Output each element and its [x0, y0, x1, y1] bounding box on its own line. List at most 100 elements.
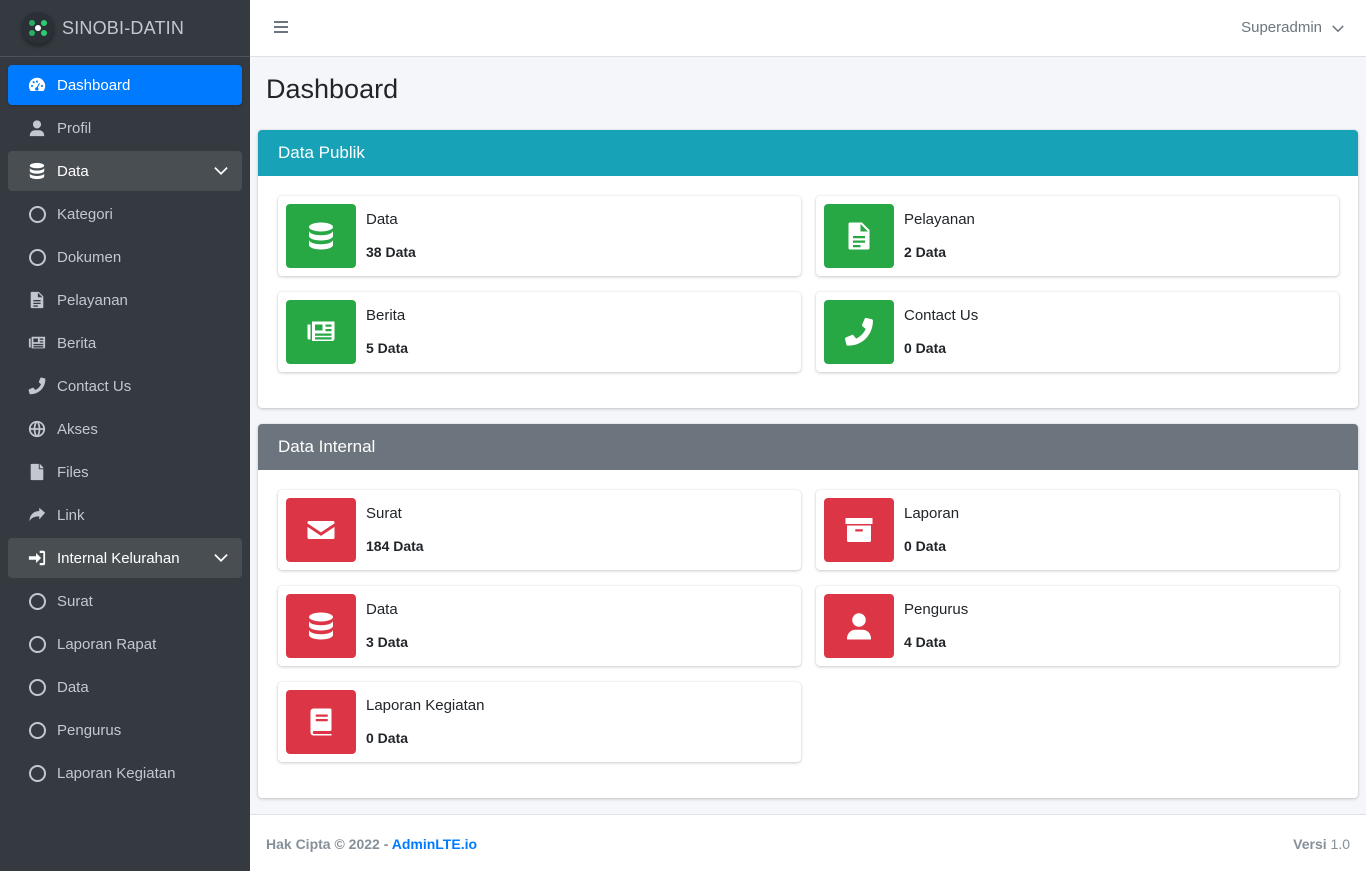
file-icon: [28, 463, 46, 481]
sidebar-item-berita[interactable]: Berita: [8, 323, 242, 363]
globe-icon: [28, 420, 46, 438]
sidebar-item-akses[interactable]: Akses: [8, 409, 242, 449]
copyright-text: Hak Cipta © 2022 -: [266, 836, 392, 852]
info-box-label: Laporan Kegiatan: [366, 697, 485, 714]
sidebar-item-dokumen[interactable]: Dokumen: [8, 237, 242, 277]
sidebar-item-profil[interactable]: Profil: [8, 108, 242, 148]
info-box-label: Laporan: [904, 505, 960, 522]
circle-icon: [28, 635, 46, 653]
info-box-value: 0 Data: [366, 730, 409, 746]
adminlte-link[interactable]: AdminLTE.io: [392, 836, 477, 852]
user-name: Superadmin: [1241, 19, 1322, 36]
book-icon: [286, 690, 356, 754]
database-icon: [286, 204, 356, 268]
info-box-data-internal[interactable]: Data 3 Data: [278, 586, 801, 666]
info-box-berita[interactable]: Berita 5 Data: [278, 292, 801, 372]
footer: Hak Cipta © 2022 - AdminLTE.io Versi 1.0: [250, 814, 1366, 871]
info-box-value: 3 Data: [366, 634, 409, 650]
sidebar-item-laporan-kegiatan[interactable]: Laporan Kegiatan: [8, 753, 242, 793]
info-box-value: 184 Data: [366, 538, 424, 554]
info-box-pelayanan[interactable]: Pelayanan 2 Data: [816, 196, 1339, 276]
sidebar-item-label: Contact Us: [57, 377, 132, 395]
circle-icon: [28, 721, 46, 739]
info-box-value: 0 Data: [904, 538, 947, 554]
info-box-data[interactable]: Data 38 Data: [278, 196, 801, 276]
share-icon: [28, 506, 46, 524]
chevron-down-icon: [214, 163, 228, 177]
info-box-contact-us[interactable]: Contact Us 0 Data: [816, 292, 1339, 372]
brand[interactable]: SINOBI-DATIN: [0, 0, 250, 57]
brand-logo-icon: [22, 12, 54, 44]
sidebar-item-label: Dashboard: [57, 76, 131, 94]
info-box-laporan[interactable]: Laporan 0 Data: [816, 490, 1339, 570]
sidebar-item-label: Laporan Kegiatan: [57, 764, 176, 782]
sidebar-item-label: Dokumen: [57, 248, 122, 266]
info-box-value: 5 Data: [366, 340, 409, 356]
sidebar-item-pelayanan[interactable]: Pelayanan: [8, 280, 242, 320]
sidebar-item-laporan-rapat[interactable]: Laporan Rapat: [8, 624, 242, 664]
sidebar: SINOBI-DATIN Dashboard Profil Data Kateg…: [0, 0, 250, 871]
sidebar-item-label: Data: [57, 162, 89, 180]
chevron-down-icon: [214, 550, 228, 564]
file-alt-icon: [824, 204, 894, 268]
sidebar-item-label: Laporan Rapat: [57, 635, 157, 653]
footer-copyright: Hak Cipta © 2022 - AdminLTE.io: [266, 836, 477, 852]
sidebar-item-data-internal[interactable]: Data: [8, 667, 242, 707]
sidebar-item-label: Internal Kelurahan: [57, 549, 180, 567]
data-internal-card: Data Internal Surat 184 Data Laporan 0 D…: [258, 424, 1358, 798]
sidebar-item-label: Pelayanan: [57, 291, 128, 309]
circle-icon: [28, 205, 46, 223]
info-box-value: 2 Data: [904, 244, 947, 260]
data-publik-card: Data Publik Data 38 Data Pelayanan 2 Dat…: [258, 130, 1358, 408]
info-box-pengurus[interactable]: Pengurus 4 Data: [816, 586, 1339, 666]
sidebar-item-contact-us[interactable]: Contact Us: [8, 366, 242, 406]
version-number: 1.0: [1330, 836, 1350, 852]
info-box-label: Data: [366, 211, 398, 228]
sidebar-item-surat[interactable]: Surat: [8, 581, 242, 621]
sidebar-item-pengurus[interactable]: Pengurus: [8, 710, 242, 750]
info-box-value: 0 Data: [904, 340, 947, 356]
sidebar-item-internal-kelurahan[interactable]: Internal Kelurahan: [8, 538, 242, 578]
file-alt-icon: [28, 291, 46, 309]
info-box-surat[interactable]: Surat 184 Data: [278, 490, 801, 570]
database-icon: [28, 162, 46, 180]
user-icon: [28, 119, 46, 137]
sidebar-item-files[interactable]: Files: [8, 452, 242, 492]
circle-icon: [28, 678, 46, 696]
sidebar-item-link[interactable]: Link: [8, 495, 242, 535]
card-header: Data Internal: [258, 424, 1358, 470]
info-box-laporan-kegiatan[interactable]: Laporan Kegiatan 0 Data: [278, 682, 801, 762]
page-title: Dashboard: [266, 74, 399, 104]
phone-icon: [824, 300, 894, 364]
info-box-label: Pengurus: [904, 601, 969, 618]
user-icon: [824, 594, 894, 658]
sign-in-icon: [28, 549, 46, 567]
brand-name: SINOBI-DATIN: [62, 17, 185, 38]
circle-icon: [28, 764, 46, 782]
circle-icon: [28, 592, 46, 610]
sidebar-item-data[interactable]: Data: [8, 151, 242, 191]
info-box-label: Contact Us: [904, 307, 979, 324]
sidebar-item-label: Profil: [57, 119, 92, 137]
sidebar-item-dashboard[interactable]: Dashboard: [8, 65, 242, 105]
sidebar-item-kategori[interactable]: Kategori: [8, 194, 242, 234]
database-icon: [286, 594, 356, 658]
tachometer-icon: [28, 76, 46, 94]
info-box-label: Data: [366, 601, 398, 618]
chevron-down-icon: [1332, 24, 1344, 32]
hamburger-menu-icon[interactable]: [274, 21, 288, 35]
card-header: Data Publik: [258, 130, 1358, 176]
user-menu[interactable]: Superadmin: [1241, 19, 1344, 36]
sidebar-item-label: Data: [57, 678, 89, 696]
sidebar-item-label: Files: [57, 463, 89, 481]
info-box-label: Berita: [366, 307, 406, 324]
archive-icon: [824, 498, 894, 562]
sidebar-item-label: Surat: [57, 592, 93, 610]
sidebar-item-label: Pengurus: [57, 721, 122, 739]
top-navbar: Superadmin: [250, 0, 1366, 57]
version-label: Versi: [1293, 836, 1327, 852]
sidebar-nav: Dashboard Profil Data Kategori Dokumen P…: [0, 57, 250, 793]
sidebar-item-label: Link: [57, 506, 85, 524]
footer-version: Versi 1.0: [1293, 836, 1350, 852]
phone-icon: [28, 377, 46, 395]
